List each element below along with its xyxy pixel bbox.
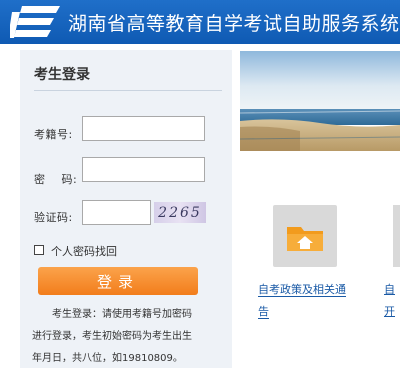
captcha-image[interactable]: 2265 [154, 202, 206, 223]
exam-logo-icon [10, 6, 60, 38]
second-link-line2[interactable]: 开 [384, 305, 395, 318]
password-input[interactable] [82, 157, 205, 182]
login-panel: 考生登录 考籍号: 密 码: 验证码: 2265 个人密码找回 登录 考生登录：… [20, 50, 232, 368]
login-title: 考生登录 [34, 67, 90, 83]
note-line-2: 进行登录，考生初始密码为考生出生 [32, 331, 192, 342]
policy-link[interactable]: 自考政策及相关通 告 [258, 279, 358, 323]
home-folder-icon [287, 227, 323, 251]
exam-no-label: 考籍号: [34, 128, 73, 141]
second-link-line1[interactable]: 自 [384, 283, 395, 296]
second-tile-link[interactable]: 自 开 [384, 279, 400, 323]
folder-icon[interactable] [393, 205, 400, 267]
exam-no-input[interactable] [82, 116, 205, 141]
site-title: 湖南省高等教育自学考试自助服务系统 [68, 13, 400, 35]
banner-image [240, 51, 400, 151]
login-note: 考生登录：请使用考籍号加密码 进行登录，考生初始密码为考生出生 年月日，共八位，… [32, 304, 228, 370]
captcha-label: 验证码: [34, 211, 73, 224]
note-line-1: 考生登录：请使用考籍号加密码 [52, 309, 192, 320]
policy-link-line2[interactable]: 告 [258, 305, 269, 318]
password-label: 密 码: [34, 173, 78, 186]
divider [34, 90, 222, 91]
captcha-input[interactable] [82, 200, 151, 225]
recover-password-label[interactable]: 个人密码找回 [51, 243, 117, 259]
policy-link-line1[interactable]: 自考政策及相关通 [258, 283, 346, 296]
top-header: 湖南省高等教育自学考试自助服务系统 [0, 0, 400, 44]
policy-tile-icon[interactable] [273, 205, 337, 267]
recover-password-checkbox[interactable] [34, 245, 44, 255]
login-button[interactable]: 登录 [38, 267, 198, 295]
note-line-3: 年月日，共八位，如19810809。 [32, 353, 183, 364]
